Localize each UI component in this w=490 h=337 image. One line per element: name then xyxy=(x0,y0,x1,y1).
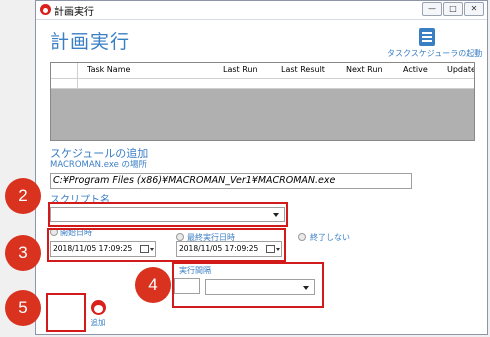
highlight-script-select xyxy=(48,202,288,227)
page-title: 計画実行 xyxy=(50,31,131,53)
callout-3: 3 xyxy=(5,235,41,271)
column-last-result[interactable]: Last Result xyxy=(281,65,325,74)
title-bar: 計画実行 — □ ✕ xyxy=(36,1,487,20)
column-next-run[interactable]: Next Run xyxy=(346,65,383,74)
no-end-label: 終了しない xyxy=(310,233,350,242)
task-table-header: Task Name Last Run Last Result Next Run … xyxy=(51,63,474,79)
minimize-icon[interactable]: — xyxy=(422,2,442,16)
callout-5: 5 xyxy=(5,290,41,326)
close-icon[interactable]: ✕ xyxy=(464,2,484,16)
callout-4: 4 xyxy=(135,267,171,303)
table-row[interactable] xyxy=(51,79,474,89)
task-scheduler-icon xyxy=(419,28,435,46)
window-title: 計画実行 xyxy=(54,7,94,18)
launch-task-scheduler-button[interactable]: タスクスケジューラの起動 xyxy=(385,28,485,58)
column-last-run[interactable]: Last Run xyxy=(223,65,258,74)
callout-2: 2 xyxy=(5,178,41,214)
column-update[interactable]: Update xyxy=(447,65,474,74)
no-end-radio[interactable] xyxy=(298,233,306,241)
highlight-add-button xyxy=(46,293,86,332)
maximize-icon[interactable]: □ xyxy=(443,2,463,16)
launch-task-scheduler-label: タスクスケジューラの起動 xyxy=(387,49,483,58)
column-task-name[interactable]: Task Name xyxy=(87,65,130,74)
task-table[interactable]: Task Name Last Run Last Result Next Run … xyxy=(50,62,475,141)
macroman-path-field[interactable]: C:¥Program Files (x86)¥MACROMAN_Ver1¥MAC… xyxy=(50,173,412,189)
macroman-location-label: MACROMAN.exe の場所 xyxy=(50,160,148,170)
highlight-datetime-pickers xyxy=(47,228,286,262)
app-icon xyxy=(40,4,51,15)
column-active[interactable]: Active xyxy=(403,65,428,74)
highlight-interval xyxy=(172,262,324,308)
add-icon xyxy=(91,300,106,315)
